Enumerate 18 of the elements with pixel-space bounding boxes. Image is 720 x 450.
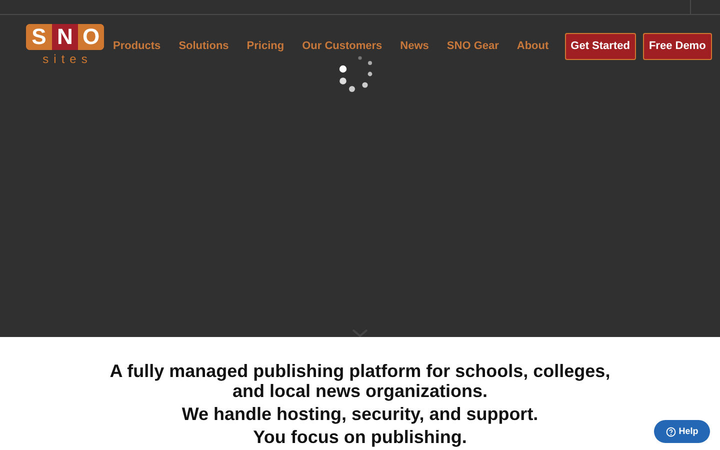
intro-text: A fully managed publishing platform for schools, colleges, and local news organizations.: [108, 361, 612, 401]
logo-letter: N: [52, 24, 78, 50]
nav-link[interactable]: Solutions: [178, 38, 229, 54]
help-icon: [666, 426, 676, 436]
cta-button[interactable]: Free Demo: [642, 33, 712, 60]
nav-link[interactable]: Products: [113, 38, 161, 54]
nav-link[interactable]: News: [400, 38, 429, 54]
nav-link[interactable]: Pricing: [246, 38, 284, 54]
cta-button[interactable]: Get Started: [564, 33, 636, 60]
chevron-down-icon[interactable]: [352, 329, 368, 337]
intro-text: You focus on publishing.: [253, 427, 467, 447]
logo[interactable]: S N O: [26, 24, 104, 50]
intro-text: We handle hosting, security, and support.: [182, 404, 538, 424]
nav-link[interactable]: About: [516, 38, 549, 54]
nav-link[interactable]: SNO Gear: [446, 38, 499, 54]
nav-link[interactable]: Our Customers: [302, 38, 382, 54]
help-button[interactable]: Help: [654, 420, 710, 443]
logo-subtitle: sites: [42, 53, 92, 65]
